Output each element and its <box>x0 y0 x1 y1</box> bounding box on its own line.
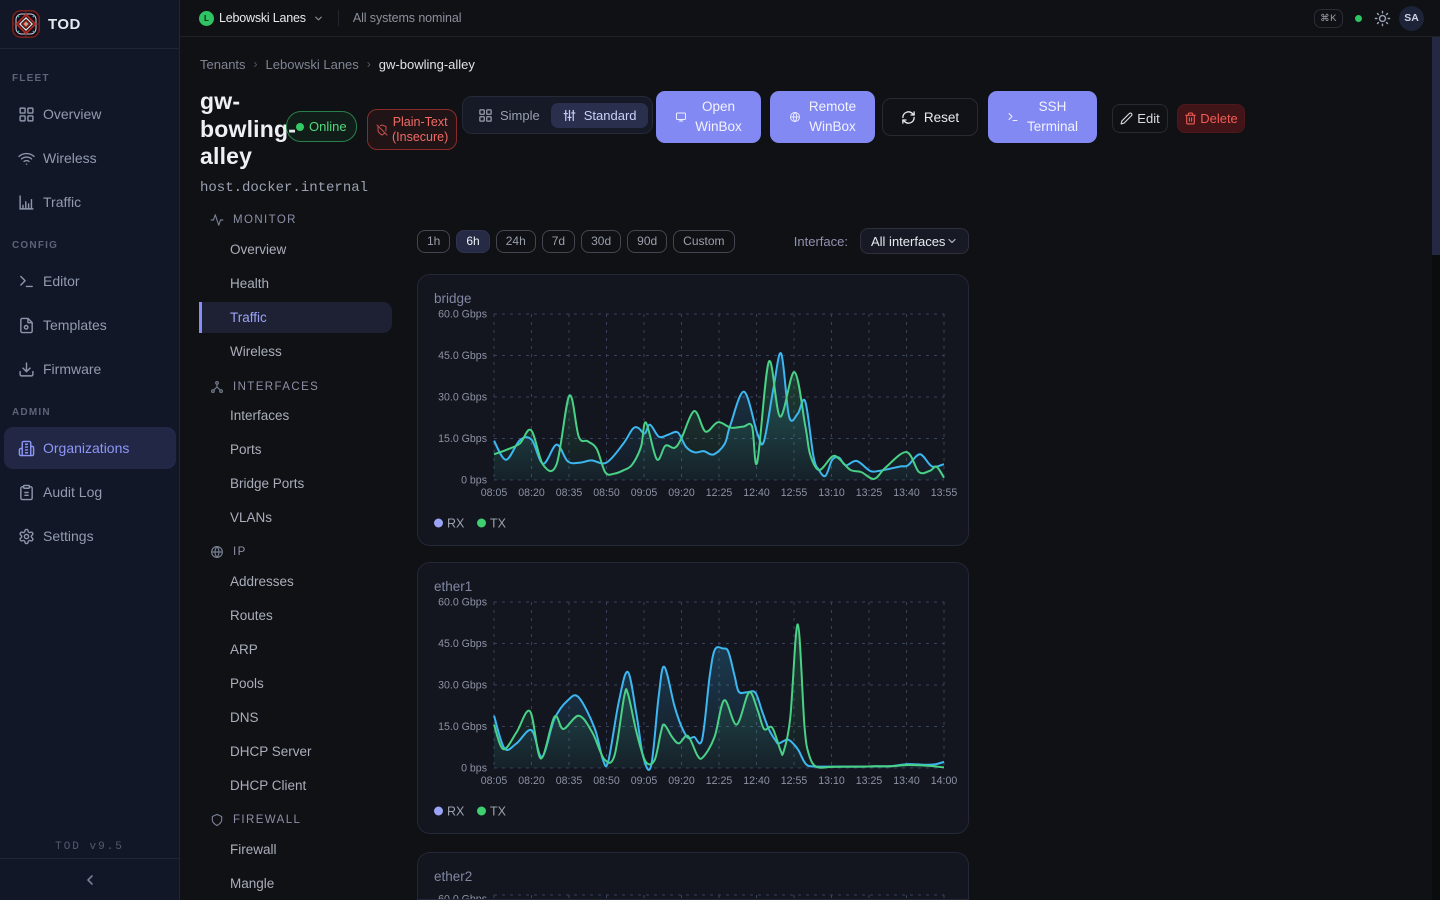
svg-text:13:25: 13:25 <box>856 775 883 787</box>
svg-text:TX: TX <box>490 805 507 819</box>
svg-text:15.0 Gbps: 15.0 Gbps <box>438 433 487 445</box>
svg-text:12:25: 12:25 <box>706 775 733 787</box>
svg-text:ether2: ether2 <box>434 869 472 884</box>
svg-text:15.0 Gbps: 15.0 Gbps <box>438 721 487 733</box>
svg-text:12:55: 12:55 <box>781 775 808 787</box>
svg-text:TX: TX <box>490 517 507 531</box>
svg-text:08:35: 08:35 <box>556 487 583 499</box>
svg-text:08:50: 08:50 <box>593 775 620 787</box>
svg-text:60.0 Gbps: 60.0 Gbps <box>438 309 487 321</box>
svg-text:09:20: 09:20 <box>668 775 695 787</box>
svg-text:RX: RX <box>447 517 465 531</box>
svg-text:13:10: 13:10 <box>818 487 845 499</box>
svg-text:09:05: 09:05 <box>631 487 658 499</box>
svg-text:30.0 Gbps: 30.0 Gbps <box>438 392 487 404</box>
svg-text:RX: RX <box>447 805 465 819</box>
svg-text:13:55: 13:55 <box>931 487 958 499</box>
svg-text:45.0 Gbps: 45.0 Gbps <box>438 638 487 650</box>
svg-text:14:00: 14:00 <box>931 775 958 787</box>
svg-text:08:50: 08:50 <box>593 487 620 499</box>
svg-text:09:05: 09:05 <box>631 775 658 787</box>
svg-text:bridge: bridge <box>434 291 472 306</box>
svg-text:60.0 Gbps: 60.0 Gbps <box>438 894 487 900</box>
svg-text:13:10: 13:10 <box>818 775 845 787</box>
svg-text:45.0 Gbps: 45.0 Gbps <box>438 350 487 362</box>
svg-text:0 bps: 0 bps <box>461 475 487 487</box>
svg-text:13:40: 13:40 <box>893 775 920 787</box>
svg-text:ether1: ether1 <box>434 579 472 594</box>
svg-text:30.0 Gbps: 30.0 Gbps <box>438 680 487 692</box>
svg-text:08:05: 08:05 <box>481 775 508 787</box>
svg-text:12:55: 12:55 <box>781 487 808 499</box>
svg-text:08:20: 08:20 <box>518 487 545 499</box>
svg-text:12:25: 12:25 <box>706 487 733 499</box>
svg-text:13:25: 13:25 <box>856 487 883 499</box>
svg-text:08:20: 08:20 <box>518 775 545 787</box>
svg-text:60.0 Gbps: 60.0 Gbps <box>438 597 487 609</box>
svg-text:12:40: 12:40 <box>743 775 770 787</box>
svg-text:13:40: 13:40 <box>893 487 920 499</box>
svg-text:08:35: 08:35 <box>556 775 583 787</box>
svg-text:08:05: 08:05 <box>481 487 508 499</box>
svg-text:09:20: 09:20 <box>668 487 695 499</box>
svg-text:12:40: 12:40 <box>743 487 770 499</box>
svg-text:0 bps: 0 bps <box>461 763 487 775</box>
